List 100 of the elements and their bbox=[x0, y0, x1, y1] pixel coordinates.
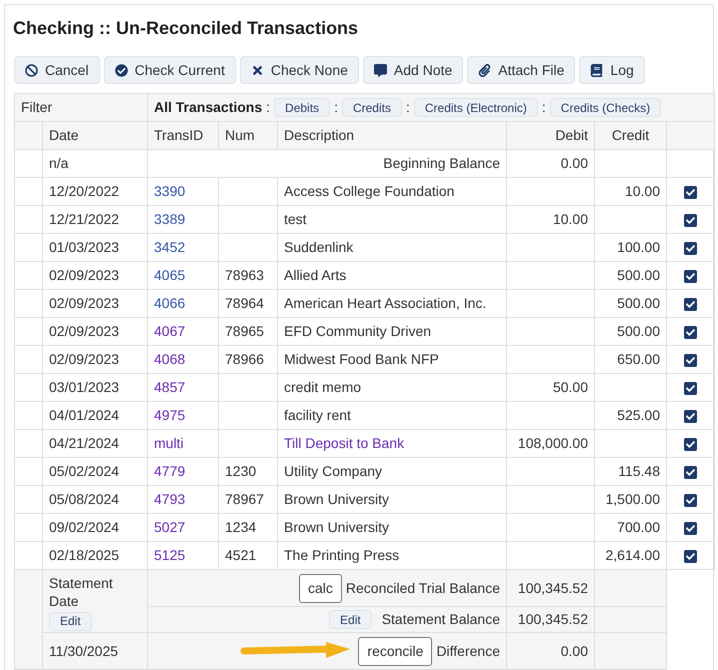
table-cell: credit memo bbox=[284, 379, 362, 395]
filter-label: Filter bbox=[21, 99, 52, 115]
table-cell: Beginning Balance bbox=[383, 155, 500, 171]
table-cell: 525.00 bbox=[617, 407, 660, 423]
checkbox[interactable] bbox=[684, 466, 697, 479]
table-cell: The Printing Press bbox=[284, 547, 400, 563]
table-cell: 02/09/2023 bbox=[49, 351, 120, 367]
paperclip-icon bbox=[478, 64, 492, 76]
checkbox[interactable] bbox=[684, 438, 697, 451]
table-cell: 10.00 bbox=[552, 211, 588, 227]
checkbox[interactable] bbox=[684, 298, 697, 311]
table-cell: Access College Foundation bbox=[284, 183, 454, 199]
filter-separator: : bbox=[334, 98, 338, 117]
table-cell: 04/21/2024 bbox=[49, 435, 120, 451]
table-cell: EFD Community Driven bbox=[284, 323, 432, 339]
speech-bubble-icon bbox=[374, 64, 387, 76]
table-cell: 02/09/2023 bbox=[49, 267, 120, 283]
close-icon bbox=[250, 64, 264, 76]
toolbar-button[interactable]: Add Note bbox=[362, 56, 464, 84]
trial-balance-label: Reconciled Trial Balance bbox=[346, 578, 500, 598]
toolbar-button[interactable]: Log bbox=[579, 56, 645, 84]
table-cell: 78965 bbox=[225, 323, 264, 339]
checkbox[interactable] bbox=[684, 382, 697, 395]
table-cell: 78966 bbox=[225, 351, 264, 367]
checkbox[interactable] bbox=[684, 242, 697, 255]
filter-button[interactable]: Credits (Electronic) bbox=[414, 98, 538, 117]
difference-value: 0.00 bbox=[560, 642, 588, 658]
table-cell: Allied Arts bbox=[284, 267, 346, 283]
table-cell: 108,000.00 bbox=[518, 435, 588, 451]
statement-date-label: Statement Date bbox=[49, 574, 114, 610]
table-cell: 2,614.00 bbox=[606, 547, 660, 563]
table-cell: Suddenlink bbox=[284, 239, 354, 255]
trial-balance-value: 100,345.52 bbox=[518, 580, 588, 596]
checkbox[interactable] bbox=[684, 186, 697, 199]
table-cell: 12/20/2022 bbox=[49, 183, 120, 199]
edit-button[interactable]: Edit bbox=[49, 612, 92, 631]
table-cell: 10.00 bbox=[624, 183, 660, 199]
table-cell: facility rent bbox=[284, 407, 351, 423]
table-cell: 650.00 bbox=[617, 351, 660, 367]
table-cell: 78967 bbox=[225, 491, 264, 507]
table-cell: Brown University bbox=[284, 519, 390, 535]
arrow-icon bbox=[240, 641, 352, 661]
difference-label: Difference bbox=[436, 642, 500, 660]
table-cell: 04/01/2024 bbox=[49, 407, 120, 423]
table-cell: 100.00 bbox=[617, 239, 660, 255]
checkbox[interactable] bbox=[684, 270, 697, 283]
toolbar-button[interactable]: Cancel bbox=[14, 56, 100, 84]
reconcile-button[interactable]: reconcile bbox=[358, 636, 432, 666]
table-cell: Utility Company bbox=[284, 463, 382, 479]
statement-balance-label: Statement Balance bbox=[382, 610, 500, 629]
column-header: Num bbox=[225, 127, 255, 143]
table-cell: 01/03/2023 bbox=[49, 239, 120, 255]
table-cell: 12/21/2022 bbox=[49, 211, 120, 227]
cancel-icon bbox=[25, 64, 38, 76]
filter-current: All Transactions bbox=[154, 98, 262, 117]
checkbox[interactable] bbox=[684, 550, 697, 563]
table-cell: 05/02/2024 bbox=[49, 463, 120, 479]
table-cell: 09/02/2024 bbox=[49, 519, 120, 535]
checkbox[interactable] bbox=[684, 354, 697, 367]
page-title: Checking :: Un-Reconciled Transactions bbox=[13, 17, 360, 40]
table-cell: 500.00 bbox=[617, 267, 660, 283]
table-cell: 0.00 bbox=[560, 155, 588, 171]
filter-button[interactable]: Credits (Checks) bbox=[550, 98, 662, 117]
table-cell: 02/09/2023 bbox=[49, 323, 120, 339]
table-cell: test bbox=[284, 211, 307, 227]
table-cell: 1234 bbox=[225, 519, 256, 535]
table-cell: 1,500.00 bbox=[606, 491, 660, 507]
table-cell: 78963 bbox=[225, 267, 264, 283]
table-cell: 4521 bbox=[225, 547, 256, 563]
table-cell: 115.48 bbox=[618, 463, 660, 479]
table-cell: n/a bbox=[49, 155, 68, 171]
book-icon bbox=[590, 64, 604, 76]
table-cell: 500.00 bbox=[617, 323, 660, 339]
filter-button[interactable]: Credits bbox=[342, 98, 402, 117]
filter-separator: : bbox=[542, 98, 546, 117]
calc-button[interactable]: calc bbox=[299, 574, 342, 602]
table-cell: Brown University bbox=[284, 491, 390, 507]
statement-balance-value: 100,345.52 bbox=[518, 611, 588, 627]
table-cell: 03/01/2023 bbox=[49, 379, 120, 395]
table-cell: American Heart Association, Inc. bbox=[284, 295, 486, 311]
table-cell: Midwest Food Bank NFP bbox=[284, 351, 439, 367]
filter-button[interactable]: Debits bbox=[274, 98, 330, 117]
filter-separator: : bbox=[266, 98, 270, 117]
column-header: Credit bbox=[612, 127, 650, 143]
table-cell: 1230 bbox=[225, 463, 256, 479]
table-cell: 02/18/2025 bbox=[49, 547, 120, 563]
table-cell: 50.00 bbox=[552, 379, 588, 395]
toolbar-button[interactable]: Check Current bbox=[104, 56, 236, 84]
column-header: Description bbox=[284, 127, 354, 143]
toolbar-button[interactable]: Attach File bbox=[467, 56, 576, 84]
checkbox[interactable] bbox=[684, 410, 697, 423]
checkbox[interactable] bbox=[684, 494, 697, 507]
column-header: Date bbox=[49, 127, 79, 143]
toolbar-button[interactable]: Check None bbox=[240, 56, 359, 84]
checkbox[interactable] bbox=[684, 326, 697, 339]
edit-button[interactable]: Edit bbox=[329, 610, 372, 629]
checkbox[interactable] bbox=[684, 214, 697, 227]
table-cell: 05/08/2024 bbox=[49, 491, 120, 507]
checkbox[interactable] bbox=[684, 522, 697, 535]
statement-date-value: 11/30/2025 bbox=[49, 642, 118, 658]
